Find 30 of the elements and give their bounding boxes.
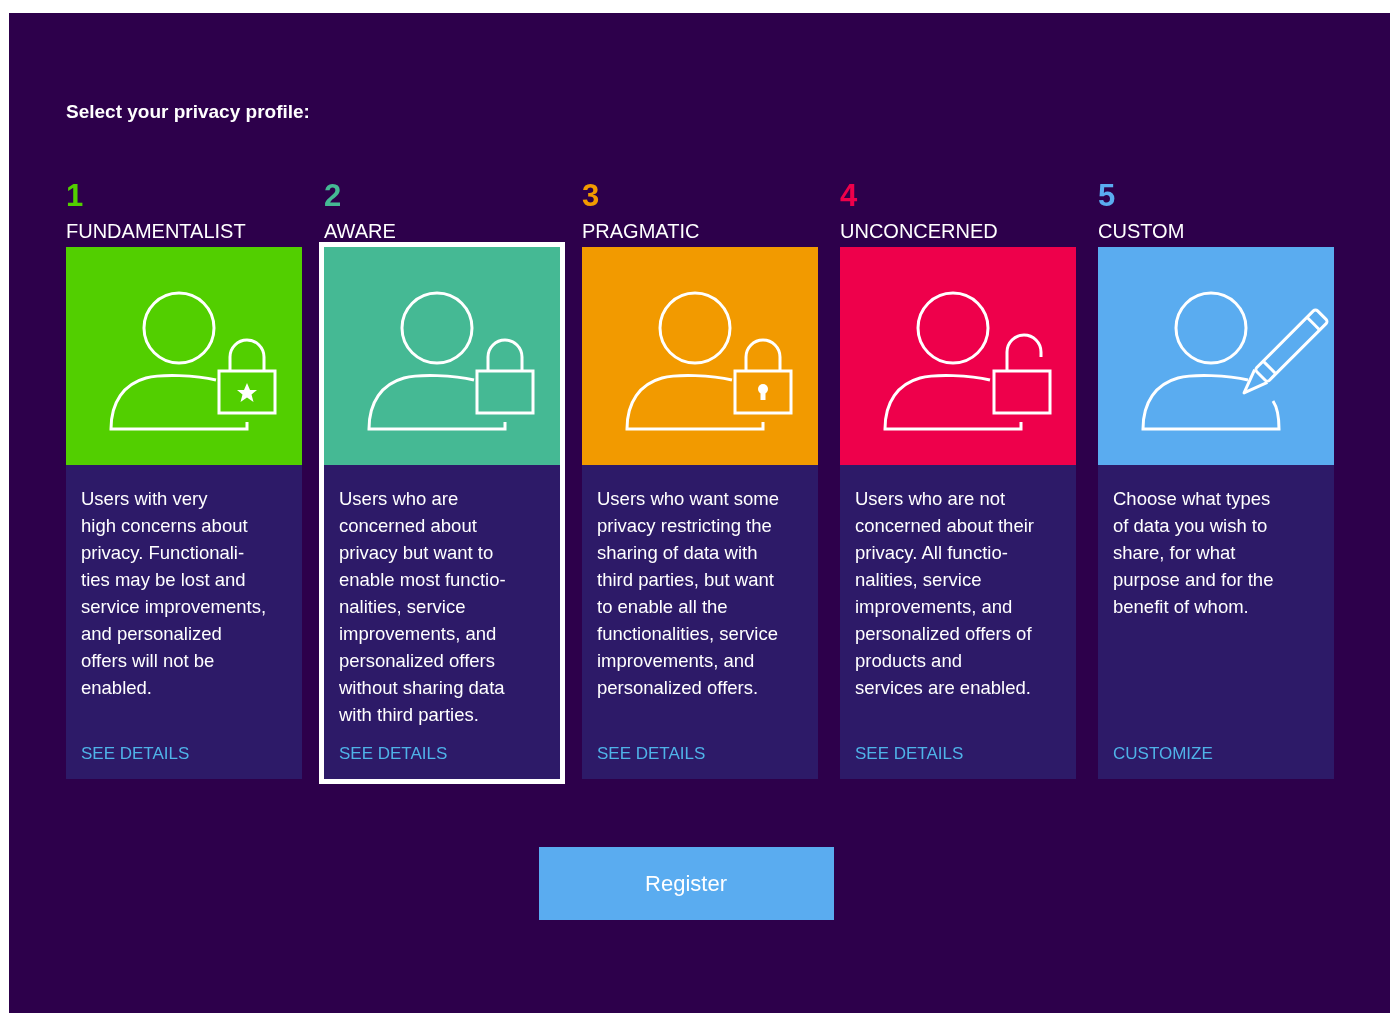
profile-description: Users who want some privacy restricting the sharing of data with third parties, but want to enable all the functionalities, service improvements, and personalized offers. (596, 486, 780, 700)
person-lock-icon (625, 291, 793, 430)
profile-title: CUSTOM (1098, 218, 1185, 243)
profile-number: 1 (66, 178, 84, 213)
profile-card[interactable]: Users who are not concerned about their privacy. All functio- nalities, service improvements, and personalized offers of products and services are enabled. SEE DETAILS (840, 246, 1076, 779)
details-link[interactable]: CUSTOMIZE (1113, 741, 1213, 767)
profile-card[interactable]: Users with very high concerns about privacy. Functionali- ties may be lost and service improvements, and personalized offers will not be enabled. SEE DETAILS (66, 246, 302, 779)
page-heading: Select your privacy profile: (66, 100, 311, 124)
person-unlock-icon (883, 291, 1052, 430)
profile-title: FUNDAMENTALIST (66, 218, 246, 243)
details-link[interactable]: SEE DETAILS (339, 741, 448, 767)
details-link[interactable]: SEE DETAILS (855, 741, 964, 767)
profile-number: 3 (582, 178, 600, 213)
profile-number: 5 (1098, 178, 1116, 213)
profile-number: 4 (840, 178, 858, 213)
profile-description: Users who are concerned about privacy but want to enable most functio- nalities, service improvements, and personalized offers without sharing data with third parties. (338, 486, 507, 727)
details-link[interactable]: SEE DETAILS (81, 741, 190, 767)
profile-description: Users who are not concerned about their privacy. All functio- nalities, service improvements, and personalized offers of products and services are enabled. (854, 486, 1035, 700)
profile-card[interactable]: Choose what types of data you wish to share, for what purpose and for the benefit of whom. CUSTOMIZE (1098, 246, 1334, 779)
details-link[interactable]: SEE DETAILS (597, 741, 706, 767)
profile-title: AWARE (324, 218, 396, 243)
profile-card[interactable]: Users who want some privacy restricting the sharing of data with third parties, but want to enable all the functionalities, service improvements, and personalized offers. SEE DETAILS (582, 246, 818, 779)
profile-title: PRAGMATIC (582, 218, 700, 243)
person-pencil-icon (1141, 291, 1330, 430)
profile-description: Choose what types of data you wish to share, for what purpose and for the benefit of whom. (1112, 486, 1275, 619)
profile-number: 2 (324, 178, 342, 213)
person-lock-star-icon (109, 291, 277, 430)
profile-title: UNCONCERNED (840, 218, 998, 243)
profile-description: Users with very high concerns about privacy. Functionali- ties may be lost and service improvements, and personalized offers will not be enabled. (80, 486, 268, 700)
person-lock-icon (367, 291, 535, 430)
